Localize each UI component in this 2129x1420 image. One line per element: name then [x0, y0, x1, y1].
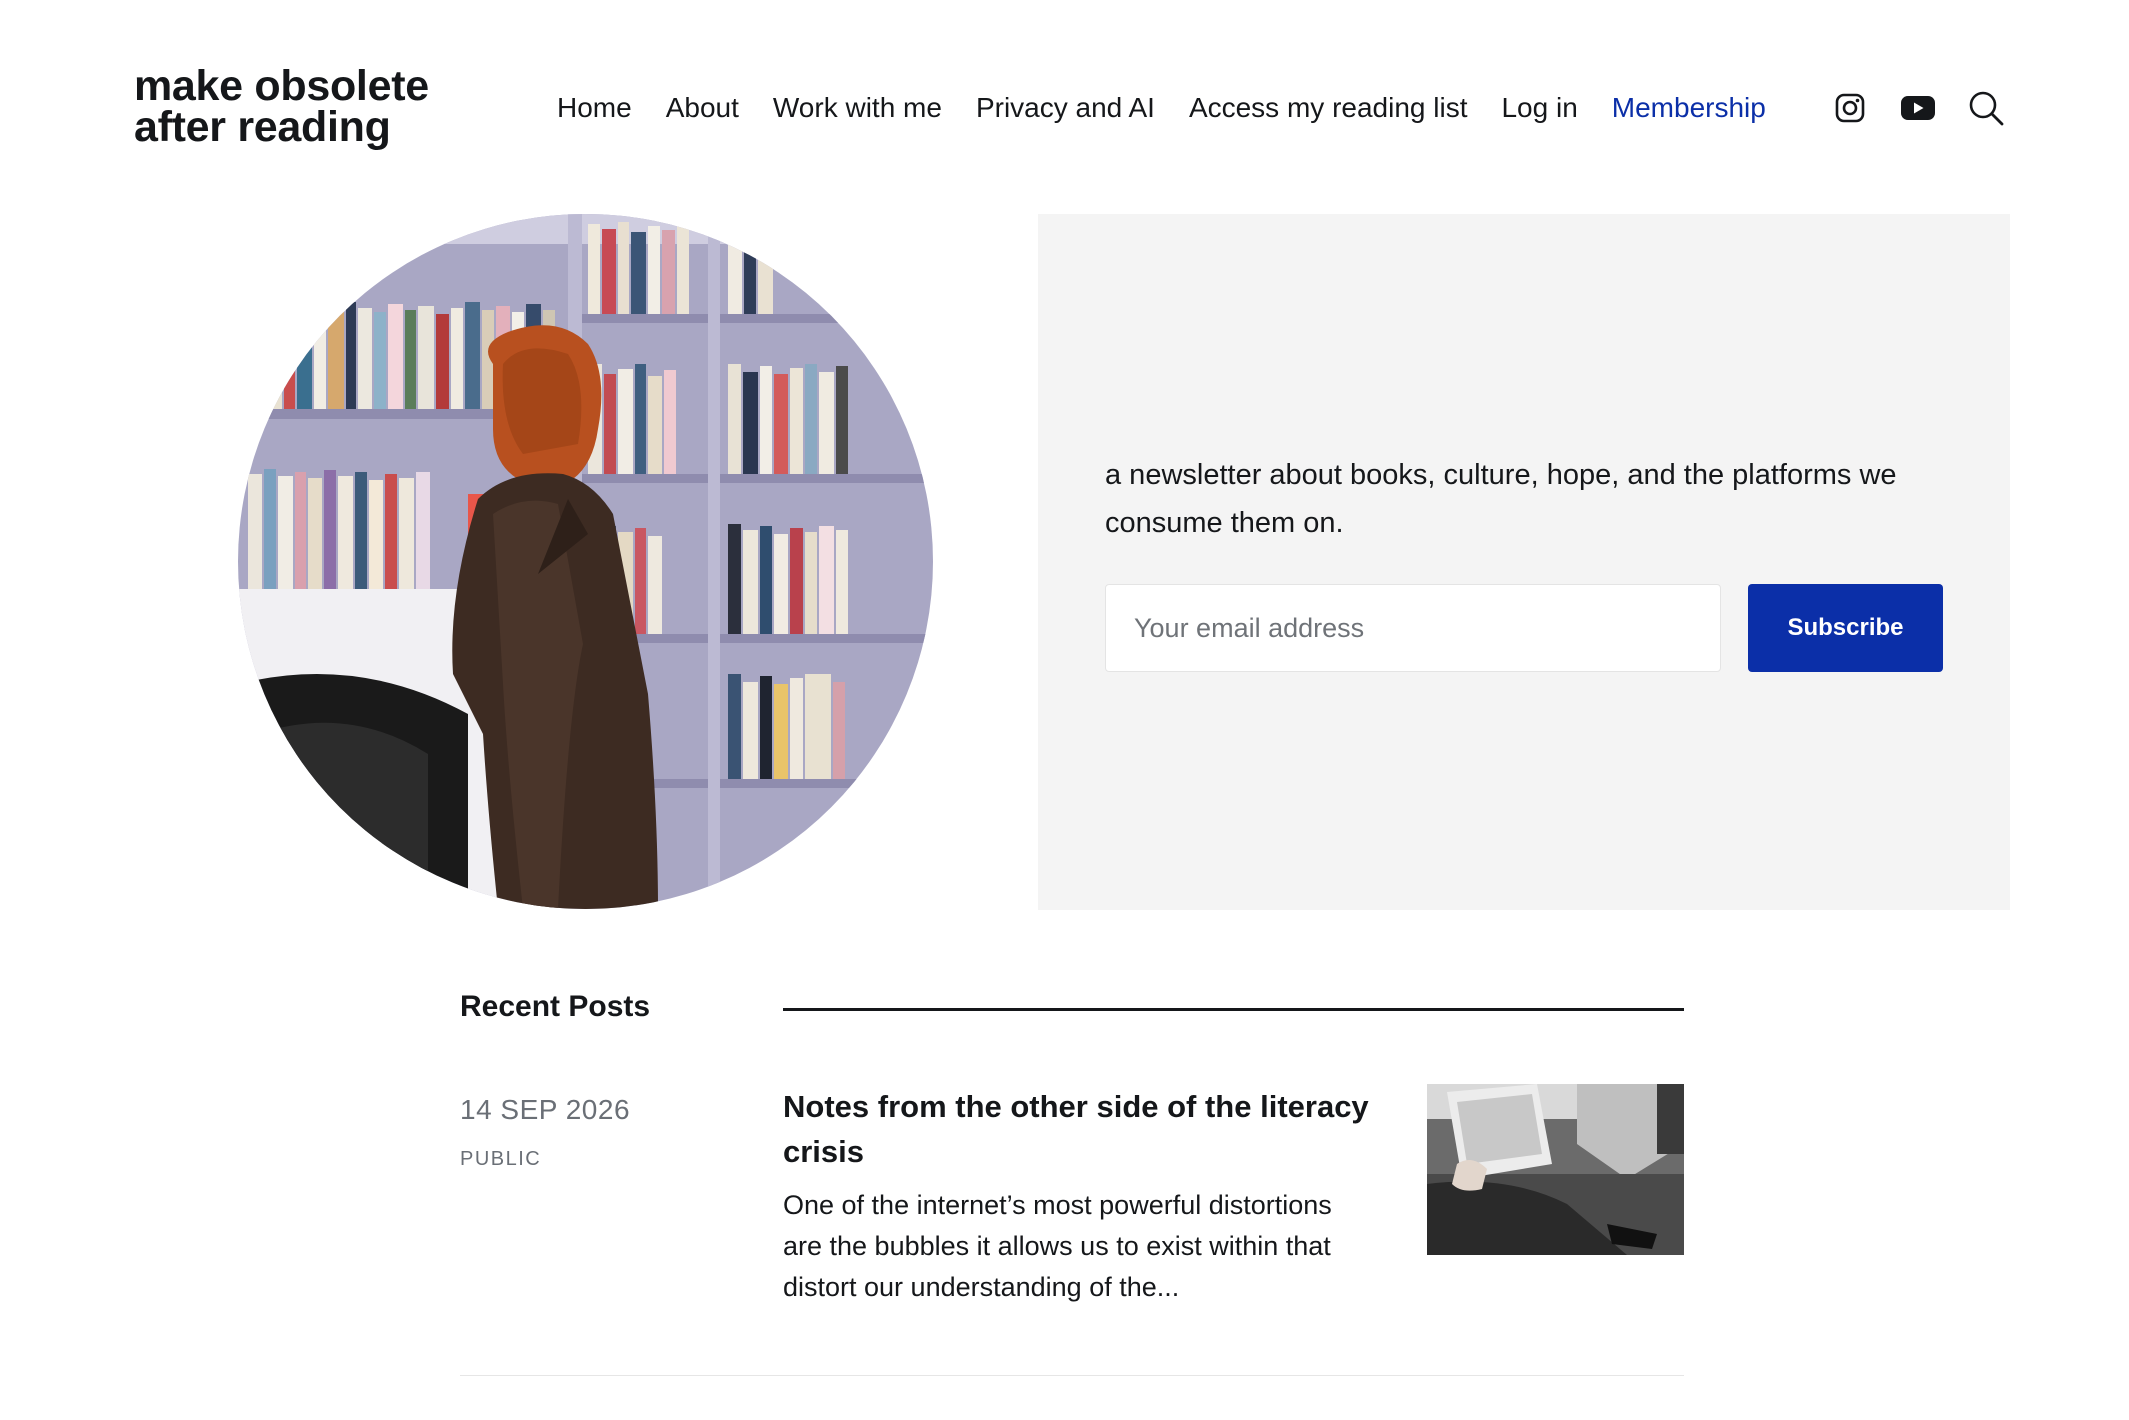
nav-about[interactable]: About: [666, 88, 739, 128]
site-logo[interactable]: make obsolete after reading: [134, 62, 429, 151]
section-rule: [783, 1008, 1684, 1011]
newsletter-panel: a newsletter about books, culture, hope,…: [1038, 214, 2010, 910]
post-excerpt: One of the internet’s most powerful dist…: [783, 1190, 1332, 1302]
site-title-line2: after reading: [134, 103, 391, 151]
header-icons: [1826, 84, 2010, 132]
hero-photo: [238, 214, 933, 909]
instagram-icon[interactable]: [1826, 84, 1874, 132]
nav-membership[interactable]: Membership: [1612, 88, 1766, 128]
search-icon[interactable]: [1962, 84, 2010, 132]
post-title[interactable]: Notes from the other side of the literac…: [783, 1084, 1373, 1174]
post-visibility-badge: PUBLIC: [460, 1148, 542, 1170]
post-date: 14 SEP 2026: [460, 1094, 631, 1125]
site-header: make obsolete after reading Home About W…: [0, 0, 2129, 215]
post-card[interactable]: 14 SEP 2026 PUBLIC Notes from the other …: [460, 1084, 1684, 1354]
post-divider: [460, 1375, 1684, 1376]
email-input[interactable]: [1105, 584, 1721, 672]
main-nav: Home About Work with me Privacy and AI A…: [557, 88, 1800, 128]
nav-privacy-and-ai[interactable]: Privacy and AI: [976, 88, 1155, 128]
youtube-icon[interactable]: [1894, 84, 1942, 132]
nav-home[interactable]: Home: [557, 88, 632, 128]
subscribe-button[interactable]: Subscribe: [1748, 584, 1943, 672]
recent-posts-heading: Recent Posts: [460, 990, 651, 1023]
post-thumbnail[interactable]: [1427, 1084, 1684, 1255]
newsletter-tagline: a newsletter about books, culture, hope,…: [1105, 459, 1897, 539]
nav-work-with-me[interactable]: Work with me: [773, 88, 942, 128]
nav-reading-list[interactable]: Access my reading list: [1189, 88, 1468, 128]
nav-log-in[interactable]: Log in: [1501, 88, 1577, 128]
site-title-line1: make obsolete: [134, 62, 429, 110]
